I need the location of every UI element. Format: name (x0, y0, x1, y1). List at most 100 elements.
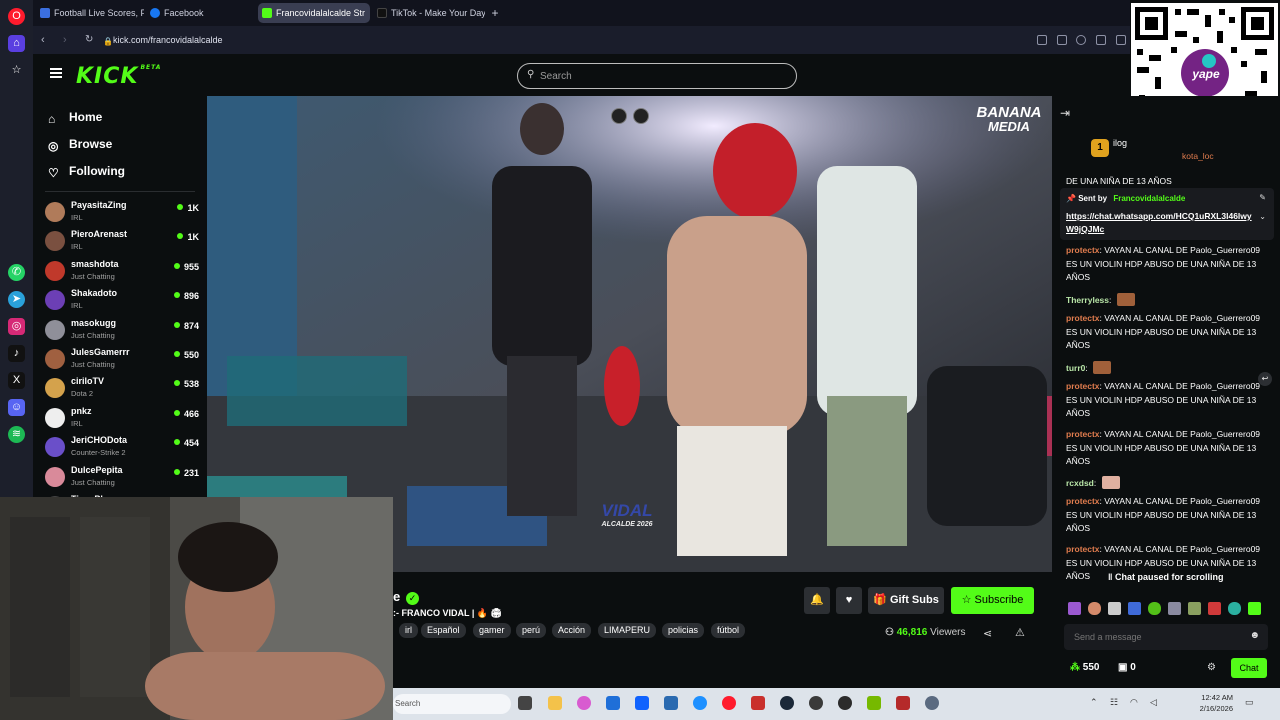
chat-input-box[interactable]: ☻ (1064, 624, 1268, 650)
wifi-icon[interactable]: ◠ (1130, 697, 1138, 708)
discord-icon[interactable]: ☺ (8, 399, 25, 416)
chat-input[interactable] (1074, 630, 1244, 644)
pinned-link[interactable]: https://chat.whatsapp.com/HCQ1uRXL3l46lw… (1066, 210, 1252, 236)
sparkle-icon[interactable] (633, 108, 649, 124)
share-icon[interactable]: ⋖ (983, 627, 992, 640)
tag[interactable]: LIMAPERU (598, 623, 657, 638)
back-icon[interactable]: ‹ (41, 33, 45, 47)
tab-facebook[interactable]: Facebook (146, 3, 251, 23)
top-user-name[interactable]: kota_loc (1182, 151, 1214, 161)
settings-icon[interactable]: ⚙ (1207, 662, 1216, 673)
x-icon[interactable]: X (8, 372, 25, 389)
vscode-icon[interactable] (664, 696, 678, 710)
chat-username[interactable]: protectx (1066, 381, 1100, 391)
emote-bar[interactable] (1068, 602, 1264, 616)
network-icon[interactable]: ☷ (1110, 697, 1118, 708)
task-view-icon[interactable] (518, 696, 532, 710)
tab-tiktok[interactable]: TikTok - Make Your Day (373, 3, 485, 23)
send-icon[interactable] (1116, 35, 1126, 45)
app-icon[interactable] (896, 696, 910, 710)
chat-paused-banner[interactable]: ‖ Chat paused for scrolling (1102, 570, 1230, 584)
report-icon[interactable]: ⚠ (1015, 626, 1025, 639)
tag[interactable]: perú (516, 623, 547, 638)
tag[interactable]: policias (662, 623, 705, 638)
notification-icon[interactable]: ▭ (1245, 697, 1254, 708)
dropbox-icon[interactable] (635, 696, 649, 710)
file-explorer-icon[interactable] (548, 696, 562, 710)
tray-chevron-icon[interactable]: ⌃ (1090, 697, 1098, 708)
chat-message[interactable]: turr0: (1066, 361, 1261, 376)
tag[interactable]: Acción (552, 623, 592, 638)
new-tab-button[interactable]: + (488, 3, 502, 23)
unpin-icon[interactable]: ✎ (1259, 193, 1266, 202)
clip-icon[interactable] (611, 108, 627, 124)
channel-item[interactable]: Shakadoto IRL 896 (45, 287, 203, 315)
chat-username[interactable]: Therryless (1066, 295, 1109, 305)
obs-icon[interactable] (809, 696, 823, 710)
telegram-icon[interactable]: ➤ (8, 291, 25, 308)
store-icon[interactable] (606, 696, 620, 710)
reply-icon[interactable]: ↩ (1258, 372, 1272, 386)
app-icon[interactable] (838, 696, 852, 710)
chevron-down-icon[interactable]: ⌄ (1259, 212, 1266, 221)
emoji-icon[interactable]: ☻ (1249, 630, 1260, 641)
subscribe-button[interactable]: ☆ Subscribe (951, 587, 1034, 614)
channel-item[interactable]: pnkz IRL 466 (45, 405, 203, 433)
nvidia-icon[interactable] (867, 696, 881, 710)
chat-message[interactable]: Therryless: (1066, 293, 1261, 308)
camera-icon[interactable] (1057, 35, 1067, 45)
tag[interactable]: fútbol (711, 623, 746, 638)
copilot-icon[interactable] (577, 696, 591, 710)
whatsapp-icon[interactable]: ✆ (8, 264, 25, 281)
steam-icon[interactable] (780, 696, 794, 710)
chat-send-button[interactable]: Chat (1231, 658, 1267, 678)
tab-football[interactable]: Football Live Scores, Fixtu (36, 3, 144, 23)
nav-home[interactable]: ⌂ Home (48, 107, 102, 127)
kick-logo[interactable]: KICK BETA (76, 64, 161, 89)
channel-item[interactable]: DulcePepita Just Chatting 231 (45, 464, 203, 492)
shield-icon[interactable] (1076, 35, 1086, 45)
forward-icon[interactable]: › (63, 33, 67, 47)
opera-icon[interactable] (722, 696, 736, 710)
channel-item[interactable]: ciriloTV Dota 2 538 (45, 375, 203, 403)
settings-app-icon[interactable] (925, 696, 939, 710)
collapse-chat-icon[interactable]: ⇥ (1060, 106, 1070, 120)
tab-kick[interactable]: Francovidalalcalde Str (258, 3, 370, 23)
reload-icon[interactable]: ↻ (85, 33, 93, 47)
chat-message[interactable]: protectx: VAYAN AL CANAL DE Paolo_Guerre… (1066, 312, 1261, 353)
edge-icon[interactable] (693, 696, 707, 710)
chat-username[interactable]: protectx (1066, 313, 1100, 323)
nav-following[interactable]: ♡ Following (48, 161, 125, 181)
edit-icon[interactable] (1037, 35, 1047, 45)
instagram-icon[interactable]: ◎ (8, 318, 25, 335)
channel-item[interactable]: PayasitaZing IRL 1K (45, 199, 203, 227)
extension-icon[interactable] (1096, 35, 1106, 45)
star-icon[interactable]: ☆ (8, 62, 25, 79)
chat-message[interactable]: protectx: VAYAN AL CANAL DE Paolo_Guerre… (1066, 244, 1261, 285)
chat-message[interactable]: protectx: VAYAN AL CANAL DE Paolo_Guerre… (1066, 380, 1261, 421)
chat-username[interactable]: turr0 (1066, 363, 1085, 373)
channel-item[interactable]: JeriCHODota Counter-Strike 2 454 (45, 434, 203, 462)
follow-button[interactable]: ♥ (836, 587, 862, 614)
tag[interactable]: Español (421, 623, 466, 638)
gift-subs-button[interactable]: 🎁 Gift Subs (868, 587, 944, 614)
channel-item[interactable]: smashdota Just Chatting 955 (45, 258, 203, 286)
menu-icon[interactable] (50, 68, 62, 78)
opera-logo-icon[interactable]: O (8, 8, 25, 25)
winrar-icon[interactable] (751, 696, 765, 710)
chat-message[interactable]: rcxdsd: (1066, 476, 1261, 491)
spotify-icon[interactable]: ≋ (8, 426, 25, 443)
search-bar[interactable]: ⚲ (517, 63, 797, 89)
channel-item[interactable]: PieroArenast IRL 1K (45, 228, 203, 256)
nav-browse[interactable]: ◎ Browse (48, 134, 112, 154)
search-input[interactable] (540, 69, 780, 83)
home-icon[interactable]: ⌂ (8, 35, 25, 52)
chat-username[interactable]: protectx (1066, 544, 1100, 554)
chat-username[interactable]: protectx (1066, 429, 1100, 439)
taskbar-search[interactable]: Search (393, 694, 511, 714)
drops-balance[interactable]: ▣ 0 (1118, 662, 1136, 673)
chat-username[interactable]: protectx (1066, 496, 1100, 506)
channel-item[interactable]: JulesGamerrr Just Chatting 550 (45, 346, 203, 374)
bell-button[interactable]: 🔔 (804, 587, 830, 614)
chat-message[interactable]: protectx: VAYAN AL CANAL DE Paolo_Guerre… (1066, 495, 1261, 536)
